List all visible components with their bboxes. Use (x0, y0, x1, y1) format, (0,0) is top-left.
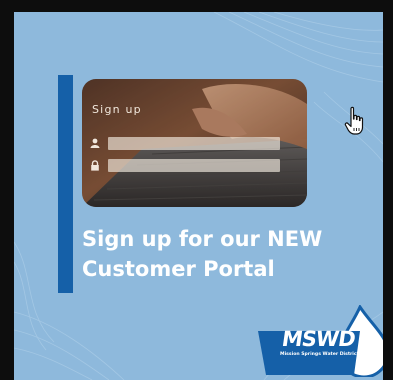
hero-photo: Sign up (82, 79, 307, 207)
headline-line-1: Sign up for our NEW (82, 227, 323, 251)
headline: Sign up for our NEW Customer Portal (82, 224, 372, 284)
accent-bar (58, 75, 73, 293)
user-icon (88, 136, 102, 150)
logo-wordmark: MSWD (280, 327, 357, 351)
browser-frame: Sign up Sign up for our NEW Customer Por… (0, 0, 393, 380)
hand-pointer-icon (344, 106, 366, 136)
mswd-logo[interactable]: MSWD Mission Springs Water District (256, 305, 383, 377)
password-field[interactable] (108, 159, 280, 172)
logo-subtitle: Mission Springs Water District (280, 352, 359, 357)
lock-icon (88, 158, 102, 172)
signup-label: Sign up (92, 103, 142, 116)
promo-panel[interactable]: Sign up Sign up for our NEW Customer Por… (14, 12, 383, 380)
username-field[interactable] (108, 137, 280, 150)
headline-line-2: Customer Portal (82, 257, 275, 281)
